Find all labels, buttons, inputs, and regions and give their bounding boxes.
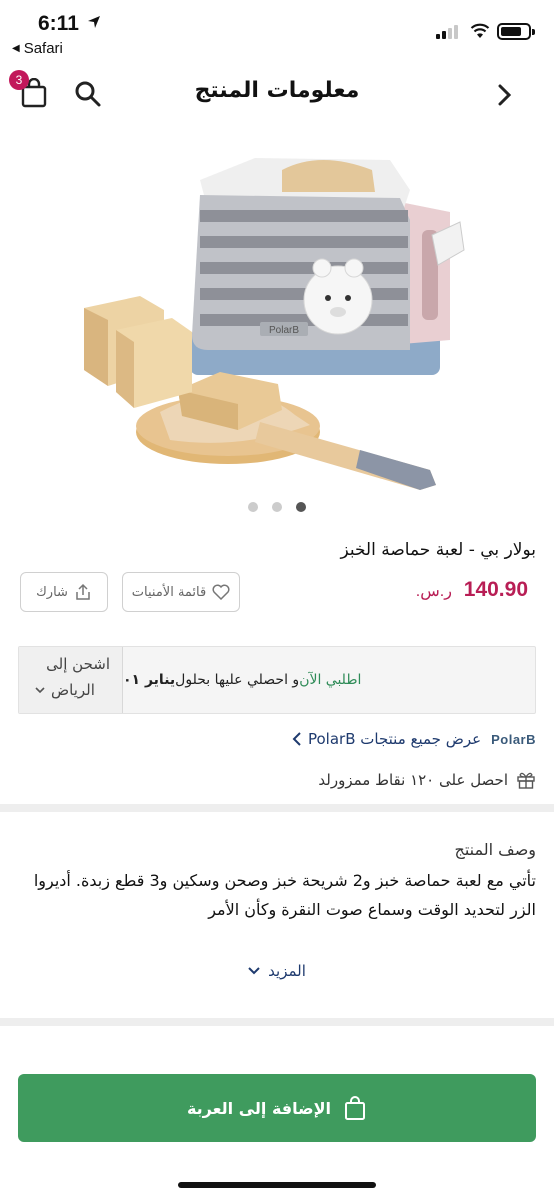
ship-to-label: اشحن إلى: [46, 655, 110, 673]
back-to-safari-link[interactable]: ◀ Safari: [12, 40, 63, 57]
price-value: 140.90: [463, 578, 528, 601]
add-to-cart-label: الإضافة إلى العربة: [186, 1098, 332, 1118]
back-triangle-icon: ◀: [12, 43, 20, 54]
gift-icon: [517, 772, 535, 789]
delivery-date: يناير ٠١: [123, 672, 176, 688]
cart-count-badge: 3: [9, 70, 29, 90]
loyalty-points: احصل على ١٢٠ نقاط ممزورلد: [318, 770, 536, 790]
brand-logo: PolarB: [491, 731, 536, 747]
share-button[interactable]: شارك: [20, 572, 108, 612]
pagination-dot[interactable]: [272, 502, 282, 512]
brand-row: PolarB عرض جميع منتجات PolarB: [292, 730, 536, 748]
location-arrow-icon: [88, 16, 100, 28]
add-to-cart-button[interactable]: الإضافة إلى العربة: [18, 1074, 536, 1142]
chevron-back-icon[interactable]: [496, 82, 514, 108]
read-more-label: المزيد: [268, 962, 306, 980]
product-image-logo: PolarB: [269, 325, 299, 336]
product-name: بولار بي - لعبة حماصة الخبز: [340, 540, 536, 560]
cellular-signal-icon: [436, 25, 458, 39]
wishlist-button[interactable]: قائمة الأمنيات: [122, 572, 240, 612]
section-divider: [0, 1018, 554, 1026]
status-time: 6:11: [38, 12, 79, 35]
ship-city: الرياض: [35, 681, 110, 699]
shopping-bag-icon: [345, 1096, 366, 1120]
wishlist-label: قائمة الأمنيات: [131, 584, 207, 600]
status-bar: 6:11 ◀ Safari: [0, 0, 554, 62]
search-icon[interactable]: [74, 80, 102, 108]
description-text: تأتي مع لعبة حماصة خبز و2 شريحة خبز وصحن…: [33, 871, 536, 919]
ship-city-name: الرياض: [51, 681, 95, 699]
delivery-text: و احصلي عليها بحلول: [175, 672, 300, 688]
image-pagination[interactable]: [0, 502, 554, 512]
share-label: شارك: [36, 584, 68, 600]
price-currency: ر.س.: [415, 583, 452, 600]
chevron-left-icon: [292, 732, 301, 746]
ship-to-selector[interactable]: اشحن إلى الرياض: [19, 647, 123, 713]
chevron-down-icon: [248, 967, 260, 975]
nav-header: معلومات المنتج 3: [0, 62, 554, 126]
description-title: وصف المنتج: [454, 840, 536, 859]
product-image[interactable]: PolarB: [60, 140, 500, 500]
chevron-down-icon: [35, 687, 45, 694]
share-icon: [76, 583, 90, 600]
brand-products-link[interactable]: عرض جميع منتجات PolarB: [292, 730, 481, 748]
back-app-label: Safari: [23, 40, 63, 57]
battery-icon: [497, 23, 535, 40]
product-price: 140.90 ر.س.: [416, 578, 528, 602]
read-more-link[interactable]: المزيد: [0, 962, 554, 980]
home-indicator[interactable]: [178, 1182, 376, 1188]
brand-link-label: عرض جميع منتجات PolarB: [307, 730, 482, 748]
pagination-dot-active[interactable]: [296, 502, 306, 512]
delivery-estimate: اطلبي الآن و احصلي عليها بحلول يناير ٠١: [123, 647, 535, 713]
order-now-label: اطلبي الآن: [299, 672, 362, 688]
shipping-box: اشحن إلى الرياض اطلبي الآن و احصلي عليها…: [18, 646, 536, 714]
section-divider: [0, 804, 554, 812]
pagination-dot[interactable]: [248, 502, 258, 512]
wifi-icon: [470, 23, 490, 38]
heart-icon: [212, 584, 230, 600]
points-label: احصل على ١٢٠ نقاط ممزورلد: [318, 771, 508, 789]
